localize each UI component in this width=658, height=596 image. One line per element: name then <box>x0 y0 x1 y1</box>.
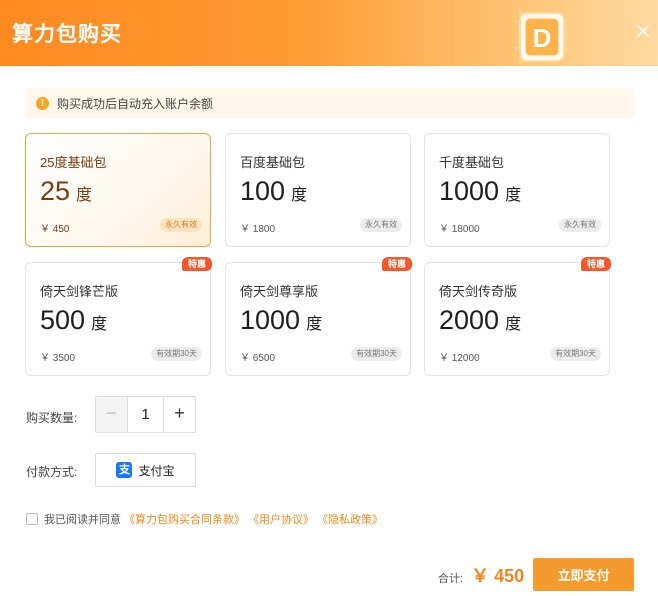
chip-badge-icon: D <box>514 10 568 64</box>
package-unit: 度 <box>291 187 308 204</box>
package-amount: 2000 <box>439 305 500 335</box>
payment-label: 付款方式: <box>26 465 78 479</box>
package-price: ￥ 3500 <box>40 353 76 364</box>
package-amount: 1000 <box>240 305 301 335</box>
agreement-row: 我已阅读并同意 《算力包购买合同条款》 《用户协议》 《隐私政策》 <box>26 511 383 527</box>
chip-badge-letter: D <box>533 23 552 53</box>
quantity-stepper: − + <box>95 396 196 433</box>
package-price: ￥ 450 <box>40 224 70 235</box>
package-name: 25度基础包 <box>40 155 107 170</box>
order-total: 合计: ￥ 450 <box>438 562 524 588</box>
info-notice: ! 购买成功后自动充入账户余额 <box>26 88 634 118</box>
special-offer-badge: 特惠 <box>581 257 611 271</box>
package-card-yitian-zunxiang[interactable]: 特惠 倚天剑尊享版 1000 度 ￥ 6500 有效期30天 <box>225 257 412 376</box>
validity-tag: 有效期30天 <box>550 347 601 361</box>
close-icon[interactable] <box>632 20 654 42</box>
package-price: ￥ 6500 <box>240 353 276 364</box>
dialog-header: 算力包购买 D <box>0 0 658 66</box>
package-price: ￥ 12000 <box>439 353 480 364</box>
total-label: 合计: <box>438 573 464 585</box>
package-amount: 100 <box>240 176 286 206</box>
increment-button[interactable]: + <box>163 397 195 432</box>
package-unit: 度 <box>306 316 323 333</box>
warning-icon: ! <box>36 96 49 110</box>
package-price: ￥ 1800 <box>240 224 276 235</box>
package-card-100[interactable]: 百度基础包 100 度 ￥ 1800 永久有效 <box>225 133 411 247</box>
package-unit: 度 <box>91 316 108 333</box>
special-offer-badge: 特惠 <box>382 257 412 271</box>
package-amount: 500 <box>40 305 86 335</box>
package-price: ￥ 18000 <box>439 224 480 235</box>
package-unit: 度 <box>76 187 93 204</box>
package-unit: 度 <box>505 187 522 204</box>
dialog-title: 算力包购买 <box>12 23 122 46</box>
alipay-icon: 支 <box>116 462 133 478</box>
package-name: 倚天剑锋芒版 <box>40 284 119 299</box>
decrement-button[interactable]: − <box>96 397 128 432</box>
package-unit: 度 <box>505 316 522 333</box>
package-card-yitian-chuanqi[interactable]: 特惠 倚天剑传奇版 2000 度 ￥ 12000 有效期30天 <box>424 257 611 376</box>
privacy-policy-link[interactable]: 《隐私政策》 <box>317 511 383 527</box>
package-card-1000[interactable]: 千度基础包 1000 度 ￥ 18000 永久有效 <box>424 133 610 247</box>
payment-method-label: 支付宝 <box>138 463 175 478</box>
package-name: 千度基础包 <box>439 155 505 170</box>
package-card-yitian-fengmang[interactable]: 特惠 倚天剑锋芒版 500 度 ￥ 3500 有效期30天 <box>25 257 212 376</box>
validity-tag: 永久有效 <box>559 218 601 232</box>
package-card-25[interactable]: 25度基础包 25 度 ￥ 450 永久有效 <box>25 133 211 247</box>
total-value: ￥ 450 <box>471 566 525 586</box>
agreement-text: 我已阅读并同意 <box>44 514 121 526</box>
validity-tag: 永久有效 <box>360 218 402 232</box>
package-name: 倚天剑传奇版 <box>439 284 518 299</box>
user-agreement-link[interactable]: 《用户协议》 <box>248 511 314 527</box>
validity-tag: 有效期30天 <box>351 347 402 361</box>
package-amount: 25 <box>40 176 71 206</box>
package-name: 百度基础包 <box>240 155 306 170</box>
package-amount: 1000 <box>439 176 500 206</box>
agreement-checkbox[interactable] <box>26 513 38 525</box>
package-name: 倚天剑尊享版 <box>240 284 319 299</box>
alipay-option[interactable]: 支 支付宝 <box>95 453 196 487</box>
pay-now-button[interactable]: 立即支付 <box>533 558 634 591</box>
validity-tag: 有效期30天 <box>151 347 202 361</box>
contract-terms-link[interactable]: 《算力包购买合同条款》 <box>124 511 245 527</box>
notice-text: 购买成功后自动充入账户余额 <box>57 96 214 111</box>
quantity-input[interactable] <box>128 397 163 432</box>
quantity-label: 购买数量: <box>26 411 78 425</box>
special-offer-badge: 特惠 <box>182 257 212 271</box>
validity-tag: 永久有效 <box>160 218 202 232</box>
purchase-dialog: 算力包购买 D ! 购买成功后自动充入账户余额 25度基础包 25 度 ￥ 450… <box>0 0 658 596</box>
